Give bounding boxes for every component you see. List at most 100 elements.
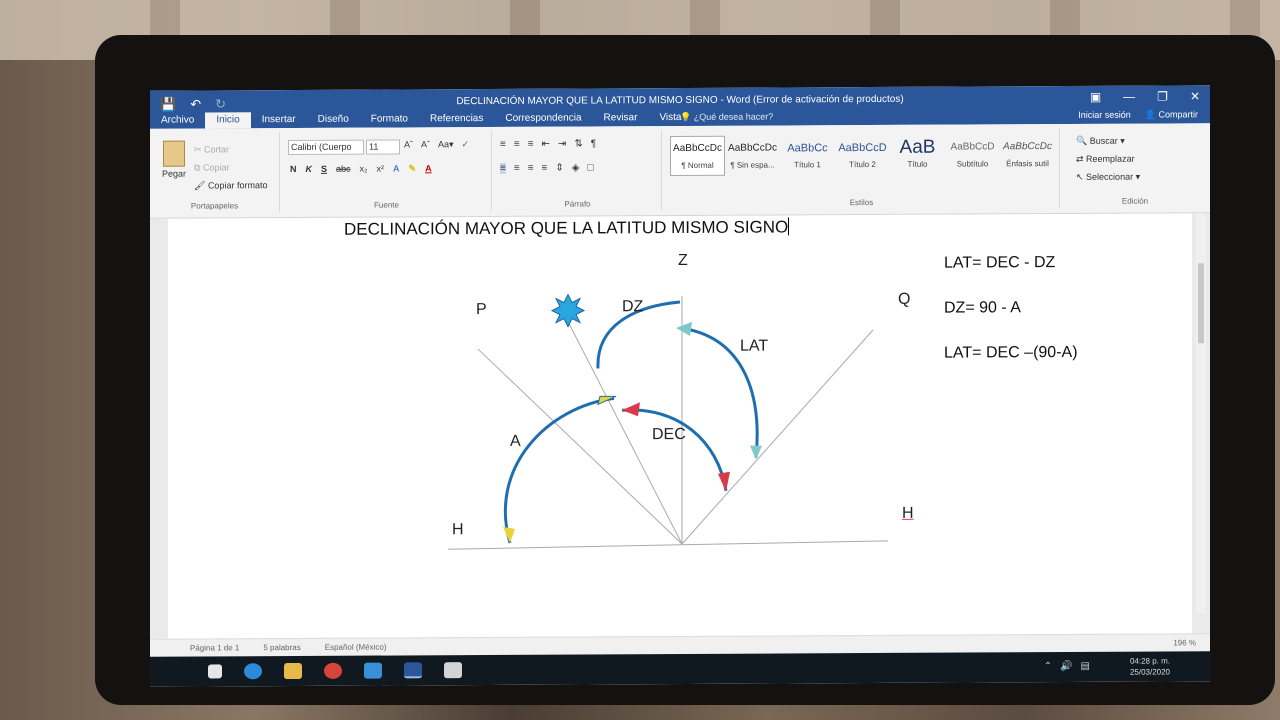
- sign-in-link[interactable]: Iniciar sesión: [1078, 110, 1131, 121]
- format-painter-button[interactable]: 🖌 Copiar formato: [194, 176, 267, 194]
- underline-button[interactable]: S: [321, 164, 327, 175]
- text-effects-icon[interactable]: A: [393, 163, 400, 174]
- copy-button[interactable]: ⧉ Copiar: [194, 158, 267, 176]
- network-icon[interactable]: ▤: [1081, 661, 1090, 672]
- styles-gallery: AaBbCcDc ¶ Normal AaBbCcDc ¶ Sin espa...…: [670, 134, 1055, 177]
- font-group: Calibri (Cuerpo 11 Aˆ Aˇ Aa▾ ✓ N K S abc…: [282, 130, 492, 213]
- show-marks-icon[interactable]: ¶: [591, 138, 596, 149]
- windows-start-icon[interactable]: [208, 664, 222, 679]
- page-count[interactable]: Página 1 de 1: [190, 643, 239, 652]
- select-button[interactable]: ↖ Seleccionar ▾: [1076, 168, 1140, 186]
- style-name: Subtítulo: [956, 159, 989, 169]
- document-area: DECLINACIÓN MAYOR QUE LA LATITUD MISMO S…: [150, 213, 1210, 639]
- cut-button[interactable]: ✂ Cortar: [194, 140, 267, 158]
- clock[interactable]: 04:28 p. m. 25/03/2020: [1130, 655, 1170, 677]
- formula-lat: LAT= DEC - DZ: [944, 254, 1056, 272]
- edge-icon[interactable]: [244, 663, 262, 680]
- style-heading-2[interactable]: AaBbCcD Título 2: [835, 135, 890, 175]
- tab-formato[interactable]: Formato: [360, 111, 419, 127]
- bold-button[interactable]: N: [290, 164, 297, 175]
- justify-icon[interactable]: ≡: [542, 163, 548, 174]
- style-normal[interactable]: AaBbCcDc ¶ Normal: [670, 135, 725, 177]
- minimize-button[interactable]: —: [1123, 90, 1135, 104]
- language-indicator[interactable]: Español (México): [325, 643, 387, 652]
- style-subtitle[interactable]: AaBbCcD Subtítulo: [945, 134, 1000, 174]
- tab-revisar[interactable]: Revisar: [593, 110, 649, 126]
- tell-me-search[interactable]: 💡 ¿Qué desea hacer?: [680, 112, 773, 123]
- align-right-icon[interactable]: ≡: [528, 163, 534, 174]
- font-color-icon[interactable]: A: [425, 163, 432, 174]
- style-sample: AaBbCcD: [838, 141, 887, 155]
- scrollbar-thumb[interactable]: [1198, 263, 1204, 344]
- replace-button[interactable]: ⇄ Reemplazar: [1076, 150, 1140, 168]
- style-sample: AaBbCcDc: [1003, 141, 1052, 153]
- style-no-spacing[interactable]: AaBbCcDc ¶ Sin espa...: [725, 135, 780, 175]
- paste-button[interactable]: Pegar: [160, 140, 188, 179]
- share-button[interactable]: 👤 Compartir: [1145, 109, 1198, 120]
- font-name-select[interactable]: Calibri (Cuerpo: [288, 139, 364, 156]
- formula-list: LAT= DEC - DZ DZ= 90 - A LAT= DEC –(90-A…: [944, 240, 1078, 376]
- label-dz: DZ: [622, 298, 644, 316]
- arc-a-head: [597, 395, 617, 406]
- document-page[interactable]: DECLINACIÓN MAYOR QUE LA LATITUD MISMO S…: [168, 213, 1192, 639]
- editing-group-label: Edición: [1121, 196, 1149, 206]
- tab-inicio[interactable]: Inicio: [205, 112, 251, 129]
- grow-font-button[interactable]: Aˆ: [404, 139, 413, 150]
- sort-icon[interactable]: ⇅: [574, 139, 582, 150]
- align-center-icon[interactable]: ≡: [514, 163, 520, 174]
- change-case-button[interactable]: Aa▾: [438, 139, 454, 150]
- paragraph-group: ≡ ≡ ≡ ⇤ ⇥ ⇅ ¶ ≡ ≡ ≡ ≡ ⇕ ◈ □ Párrafo: [494, 130, 662, 211]
- label-z: Z: [678, 251, 688, 270]
- shrink-font-button[interactable]: Aˇ: [421, 139, 430, 150]
- title-bar: 💾 ↶ ↻ DECLINACIÓN MAYOR QUE LA LATITUD M…: [150, 85, 1210, 129]
- style-heading-1[interactable]: AaBbCc Título 1: [780, 135, 835, 175]
- italic-button[interactable]: K: [306, 164, 313, 175]
- volume-icon[interactable]: 🔊: [1060, 661, 1072, 672]
- mail-icon[interactable]: [364, 662, 382, 679]
- highlight-icon[interactable]: ✎: [409, 163, 417, 174]
- maximize-button[interactable]: ❐: [1157, 89, 1168, 103]
- label-dec: DEC: [652, 425, 686, 444]
- clear-format-icon[interactable]: ✓: [462, 139, 470, 150]
- chevron-up-icon[interactable]: ⌃: [1044, 661, 1052, 672]
- close-button[interactable]: ✕: [1190, 89, 1200, 103]
- superscript-button[interactable]: x²: [377, 164, 385, 175]
- decrease-indent-icon[interactable]: ⇤: [542, 139, 550, 150]
- line-spacing-icon[interactable]: ⇕: [555, 163, 563, 174]
- align-left-icon[interactable]: ≡: [500, 162, 506, 174]
- style-subtle-emphasis[interactable]: AaBbCcDc Énfasis sutil: [1000, 134, 1055, 174]
- subscript-button[interactable]: x₂: [360, 164, 368, 175]
- word-icon[interactable]: [404, 662, 422, 679]
- clipboard-group: Pegar ✂ Cortar ⧉ Copiar 🖌 Copiar formato…: [150, 132, 280, 213]
- format-painter-label: Copiar formato: [207, 180, 268, 191]
- multilevel-icon[interactable]: ≡: [528, 139, 534, 150]
- strikethrough-button[interactable]: abc: [336, 164, 351, 175]
- style-title[interactable]: AaB Título: [890, 135, 945, 175]
- file-explorer-icon[interactable]: [284, 662, 302, 680]
- ribbon-display-icon[interactable]: ▣: [1090, 90, 1101, 104]
- find-button[interactable]: 🔍 Buscar ▾: [1076, 132, 1140, 150]
- zoom-level[interactable]: 196 %: [1173, 638, 1196, 647]
- borders-icon[interactable]: □: [587, 162, 593, 173]
- clock-time: 04:28 p. m.: [1129, 656, 1170, 666]
- font-size-select[interactable]: 11: [366, 139, 400, 155]
- chrome-icon[interactable]: [324, 662, 342, 679]
- label-a: A: [510, 432, 521, 450]
- app-icon[interactable]: [444, 662, 462, 679]
- cut-label: Cortar: [204, 144, 230, 155]
- copy-label: Copiar: [202, 162, 230, 173]
- increase-indent-icon[interactable]: ⇥: [558, 139, 566, 150]
- tab-correspondencia[interactable]: Correspondencia: [494, 110, 592, 127]
- bullets-icon[interactable]: ≡: [500, 139, 506, 150]
- style-sample: AaBbCcD: [950, 141, 995, 153]
- styles-group: AaBbCcDc ¶ Normal AaBbCcDc ¶ Sin espa...…: [664, 128, 1060, 211]
- numbering-icon[interactable]: ≡: [514, 139, 520, 150]
- tab-insertar[interactable]: Insertar: [251, 112, 307, 128]
- tab-archivo[interactable]: Archivo: [150, 112, 206, 129]
- shading-icon[interactable]: ◈: [572, 163, 580, 174]
- tab-diseno[interactable]: Diseño: [307, 112, 360, 128]
- vertical-scrollbar[interactable]: [1196, 213, 1206, 614]
- tab-referencias[interactable]: Referencias: [419, 111, 494, 127]
- style-sample: AaB: [899, 136, 936, 158]
- word-count[interactable]: 5 palabras: [263, 643, 300, 652]
